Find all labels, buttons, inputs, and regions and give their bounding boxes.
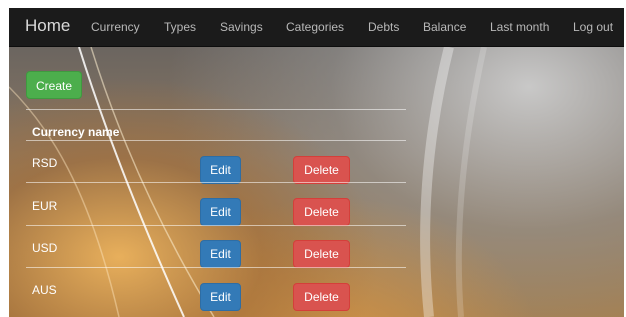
delete-button[interactable]: Delete bbox=[293, 283, 350, 311]
delete-button[interactable]: Delete bbox=[293, 156, 350, 184]
edit-button[interactable]: Edit bbox=[200, 283, 241, 311]
currency-name-header: Currency name bbox=[32, 125, 120, 139]
edit-button[interactable]: Edit bbox=[200, 156, 241, 184]
table-divider bbox=[26, 182, 406, 183]
edit-button[interactable]: Edit bbox=[200, 198, 241, 226]
table-divider bbox=[26, 267, 406, 268]
table-divider bbox=[26, 109, 406, 110]
currency-name-cell: USD bbox=[32, 241, 58, 255]
nav-balance-link[interactable]: Balance bbox=[423, 20, 466, 34]
nav-savings-link[interactable]: Savings bbox=[220, 20, 263, 34]
nav-last-month-link[interactable]: Last month bbox=[490, 20, 549, 34]
app-window: Home Currency Types Savings Categories D… bbox=[9, 8, 624, 317]
currency-name-cell: RSD bbox=[32, 156, 58, 170]
main-content: Create Currency name RSD Edit Delete EUR… bbox=[9, 47, 624, 317]
currency-name-cell: EUR bbox=[32, 199, 58, 213]
currency-name-cell: AUS bbox=[32, 283, 57, 297]
edit-button[interactable]: Edit bbox=[200, 240, 241, 268]
table-divider bbox=[26, 225, 406, 226]
navbar: Home Currency Types Savings Categories D… bbox=[9, 8, 624, 47]
delete-button[interactable]: Delete bbox=[293, 198, 350, 226]
nav-types-link[interactable]: Types bbox=[164, 20, 196, 34]
nav-debts-link[interactable]: Debts bbox=[368, 20, 399, 34]
delete-button[interactable]: Delete bbox=[293, 240, 350, 268]
nav-currency-link[interactable]: Currency bbox=[91, 20, 140, 34]
table-divider bbox=[26, 140, 406, 141]
nav-home-link[interactable]: Home bbox=[25, 16, 70, 36]
nav-logout-link[interactable]: Log out bbox=[573, 20, 613, 34]
nav-categories-link[interactable]: Categories bbox=[286, 20, 344, 34]
create-button[interactable]: Create bbox=[26, 71, 82, 99]
